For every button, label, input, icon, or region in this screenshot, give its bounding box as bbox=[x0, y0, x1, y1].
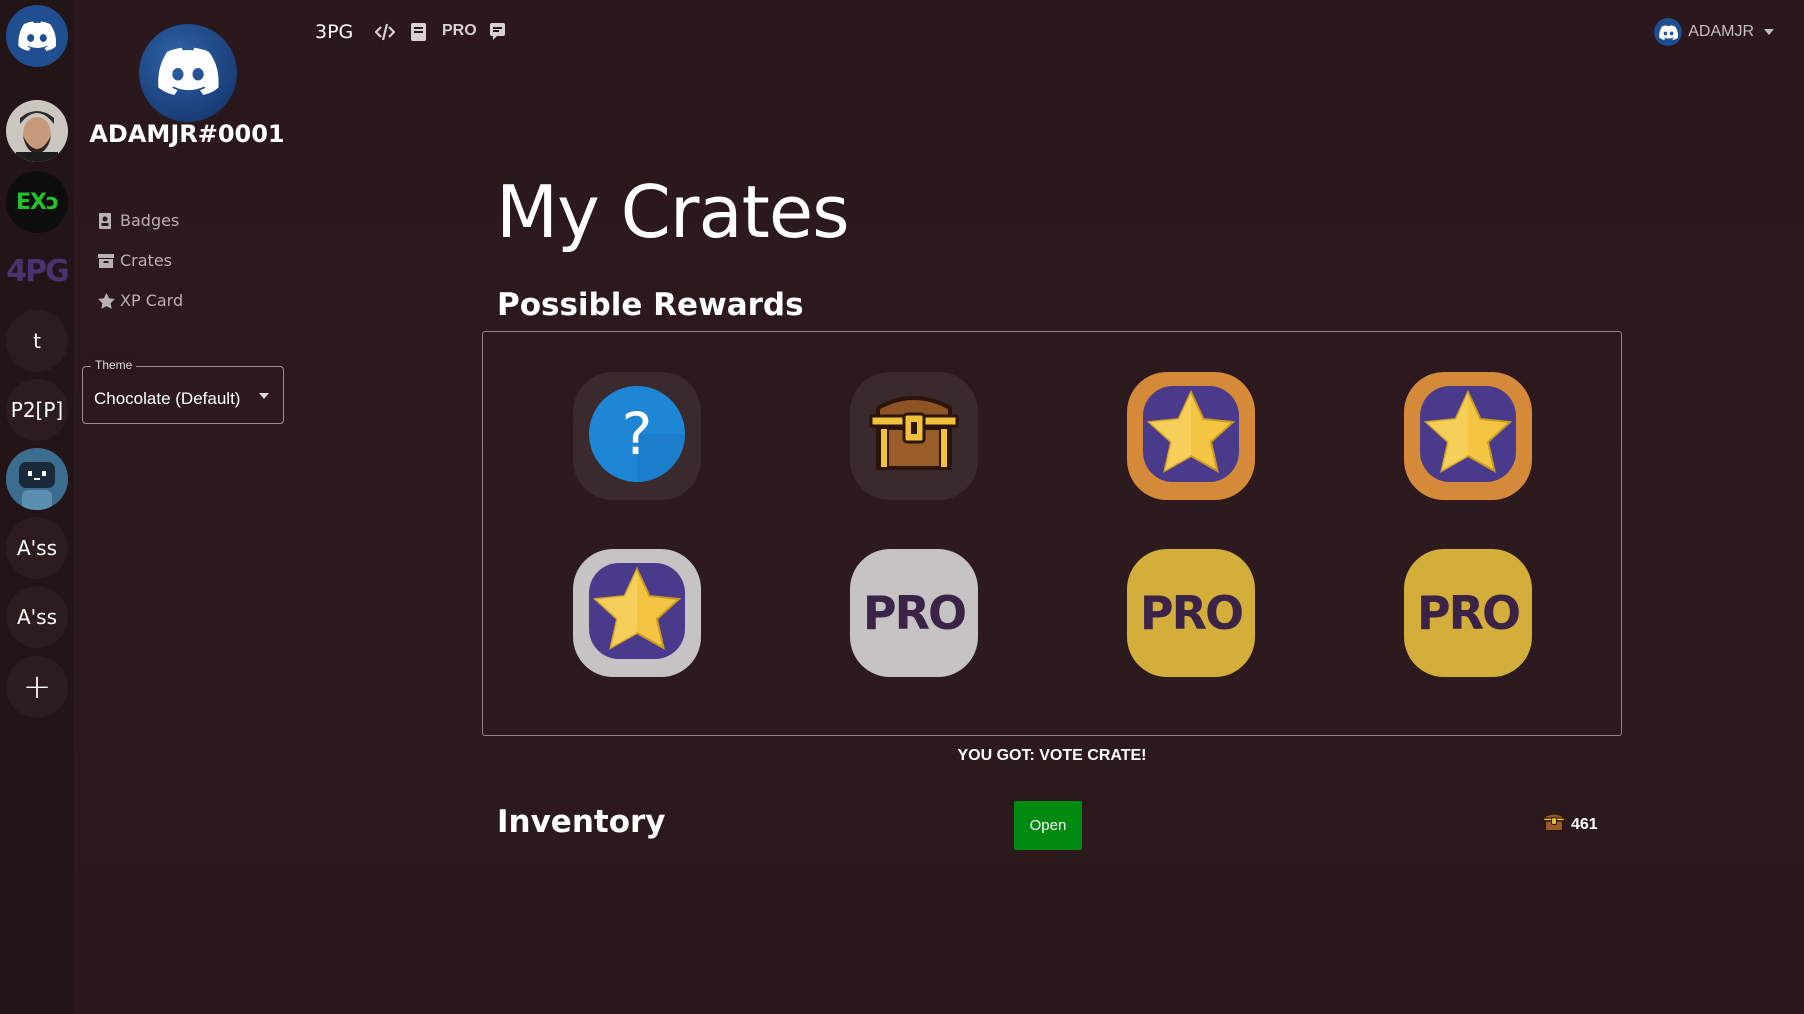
rewards-title: Possible Rewards bbox=[497, 287, 804, 323]
theme-label: Theme bbox=[91, 358, 137, 372]
guild-label: P2[P] bbox=[10, 398, 64, 422]
inventory-title: Inventory bbox=[497, 804, 666, 840]
rewards-panel: ? PRO PRO PRO bbox=[482, 331, 1622, 736]
profile-username: ADAMJR#0001 bbox=[89, 120, 285, 148]
reward-pro-gold-1[interactable]: PRO bbox=[1127, 549, 1255, 677]
discord-icon bbox=[18, 21, 56, 51]
guild-exo[interactable]: EXↄ bbox=[6, 171, 68, 233]
pro-label: PRO bbox=[1139, 586, 1244, 640]
nav-label: Crates bbox=[120, 251, 173, 270]
user-menu-name: ADAMJR bbox=[1688, 23, 1754, 40]
star-icon bbox=[98, 292, 115, 309]
reward-star-orange-1[interactable] bbox=[1127, 372, 1255, 500]
user-menu[interactable]: ADAMJR bbox=[1654, 18, 1774, 46]
guild-user-photo[interactable] bbox=[6, 100, 68, 162]
theme-value: Chocolate (Default) bbox=[94, 389, 241, 408]
nav-label: XP Card bbox=[120, 291, 184, 310]
guild-label: A'ss bbox=[16, 605, 58, 629]
chevron-down-icon bbox=[259, 393, 269, 399]
svg-text:?: ? bbox=[622, 400, 653, 468]
reward-question[interactable]: ? bbox=[573, 372, 701, 500]
guild-label: 4PG bbox=[6, 253, 68, 289]
nav-badges[interactable]: Badges bbox=[98, 211, 179, 230]
page-title: My Crates bbox=[496, 170, 850, 254]
guild-rail: EXↄ 4PG t P2[P] A'ss A'ss + bbox=[0, 0, 74, 1014]
guild-ass-2[interactable]: A'ss bbox=[6, 586, 68, 648]
guild-robot[interactable] bbox=[6, 448, 68, 510]
book-icon[interactable] bbox=[411, 23, 426, 46]
guild-p2p[interactable]: P2[P] bbox=[6, 379, 68, 441]
pro-label: PRO bbox=[1416, 586, 1521, 640]
crate-result: YOU GOT: VOTE CRATE! bbox=[957, 747, 1147, 764]
user-photo-avatar bbox=[6, 100, 68, 162]
star-badge-icon bbox=[1418, 384, 1518, 489]
nav-label: Badges bbox=[120, 211, 180, 230]
guild-label: A'ss bbox=[16, 536, 58, 560]
crate-count-value: 461 bbox=[1571, 816, 1598, 833]
guild-home-discord[interactable] bbox=[6, 5, 68, 67]
plus-icon: + bbox=[22, 667, 52, 707]
reward-star-silver[interactable] bbox=[573, 549, 701, 677]
reward-chest[interactable] bbox=[850, 372, 978, 500]
reward-pro-gold-2[interactable]: PRO bbox=[1404, 549, 1532, 677]
message-icon[interactable] bbox=[490, 23, 505, 45]
guild-label: t bbox=[33, 329, 41, 353]
brand-link[interactable]: 3PG bbox=[315, 21, 353, 43]
discord-icon bbox=[1654, 18, 1683, 46]
nav-xp-card[interactable]: XP Card bbox=[98, 291, 183, 310]
treasure-chest-icon bbox=[868, 394, 960, 479]
pro-label: PRO bbox=[862, 586, 967, 640]
reward-star-orange-2[interactable] bbox=[1404, 372, 1532, 500]
star-badge-icon bbox=[1141, 384, 1241, 489]
code-icon[interactable] bbox=[374, 23, 396, 46]
guild-4pg[interactable]: 4PG bbox=[6, 240, 68, 302]
crate-icon bbox=[98, 253, 114, 269]
reward-pro-silver[interactable]: PRO bbox=[850, 549, 978, 677]
question-icon: ? bbox=[589, 385, 685, 487]
guild-ass-1[interactable]: A'ss bbox=[6, 517, 68, 579]
open-crate-button[interactable]: Open bbox=[1014, 801, 1082, 850]
nav-crates[interactable]: Crates bbox=[98, 251, 172, 270]
star-badge-icon bbox=[587, 561, 687, 666]
badge-icon bbox=[98, 212, 114, 229]
add-guild-button[interactable]: + bbox=[6, 656, 68, 718]
treasure-chest-icon bbox=[1543, 813, 1565, 837]
theme-select[interactable]: Theme Chocolate (Default) bbox=[82, 358, 284, 424]
chevron-down-icon bbox=[1764, 29, 1774, 35]
guild-label: EXↄ bbox=[15, 189, 59, 215]
profile-avatar bbox=[139, 24, 237, 122]
guild-t[interactable]: t bbox=[6, 310, 68, 372]
robot-icon bbox=[6, 448, 68, 510]
discord-icon bbox=[157, 47, 219, 100]
crate-count: 461 bbox=[1543, 813, 1598, 837]
pro-link[interactable]: PRO bbox=[442, 22, 477, 40]
